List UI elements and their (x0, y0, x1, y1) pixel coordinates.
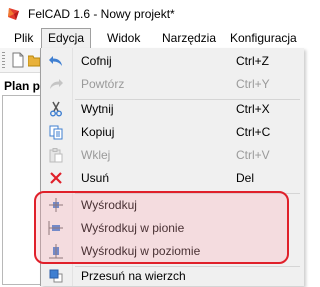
menu-item-label: Powtórz (81, 77, 125, 91)
menu-item-shortcut: Del (236, 171, 255, 185)
menu-item-label: Kopiuj (81, 125, 115, 139)
delete-icon (50, 172, 62, 184)
felcad-app-icon (8, 8, 19, 20)
menu-item-undo[interactable]: Cofnij Ctrl+Z (41, 50, 304, 72)
menu-item-shortcut: Ctrl+V (236, 148, 270, 162)
menu-item-shortcut: Ctrl+X (236, 102, 270, 116)
menu-item-label: Cofnij (81, 54, 112, 68)
title-bar: FelCAD 1.6 - Nowy projekt* (0, 0, 303, 28)
menu-bar: Plik Edycja Widok Narzędzia Konfiguracja (0, 28, 303, 49)
menu-item-shortcut: Ctrl+C (236, 125, 271, 139)
copy-icon (49, 125, 63, 140)
cut-icon (50, 101, 62, 117)
menu-item-label: Usuń (81, 171, 110, 185)
window-title: FelCAD 1.6 - Nowy projekt* (28, 7, 175, 21)
menu-item-redo[interactable]: Powtórz Ctrl+Y (41, 73, 304, 95)
menu-item-label: Wytnij (81, 102, 114, 116)
menu-item-cut[interactable]: Wytnij Ctrl+X (41, 98, 304, 120)
paste-icon (49, 148, 63, 163)
open-folder-icon[interactable] (28, 52, 40, 68)
menu-item-label: Wklej (81, 148, 111, 162)
menu-plik[interactable]: Plik (14, 28, 33, 48)
menu-item-paste[interactable]: Wklej Ctrl+V (41, 144, 304, 166)
menu-edycja[interactable]: Edycja (41, 28, 92, 48)
bring-to-front-icon (49, 269, 63, 283)
menu-item-shortcut: Ctrl+Y (236, 77, 270, 91)
menu-item-copy[interactable]: Kopiuj Ctrl+C (41, 121, 304, 143)
undo-icon (49, 56, 62, 66)
menu-item-bring-to-front[interactable]: Przesuń na wierzch (41, 265, 304, 287)
redo-icon (50, 79, 63, 89)
new-file-icon[interactable] (10, 52, 26, 68)
toolbar-grip[interactable] (2, 52, 5, 68)
menu-narzedzia[interactable]: Narzędzia (162, 28, 216, 48)
menu-item-label: Przesuń na wierzch (81, 269, 186, 283)
menu-konfiguracja[interactable]: Konfiguracja (230, 28, 297, 48)
menu-item-delete[interactable]: Usuń Del (41, 167, 304, 189)
menu-widok[interactable]: Widok (107, 28, 140, 48)
centering-group-highlight (34, 191, 289, 264)
menu-item-shortcut: Ctrl+Z (236, 54, 269, 68)
